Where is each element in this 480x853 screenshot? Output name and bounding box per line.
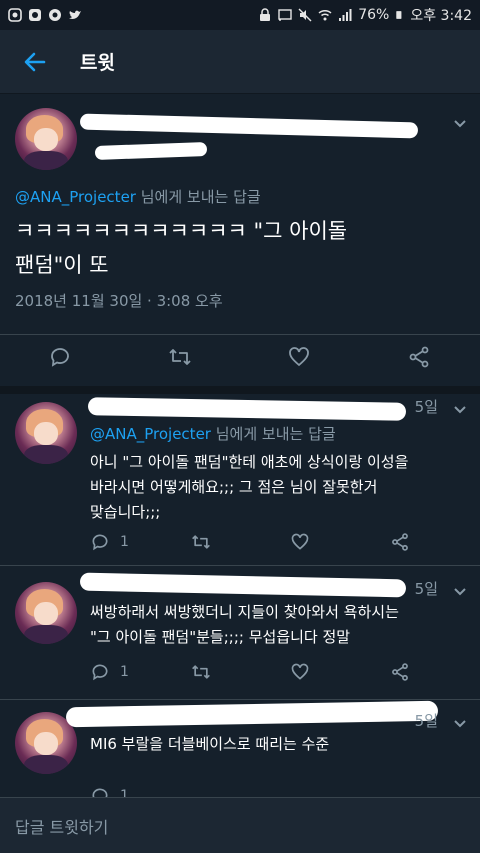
app-header: 트윗	[0, 30, 480, 94]
battery-icon	[396, 11, 402, 19]
reply-icon	[92, 534, 108, 551]
main-tweet: @ANA_Projecter 님에게 보내는 답글 ㅋㅋㅋㅋㅋㅋㅋㅋㅋㅋㅋㅋ "…	[0, 94, 480, 386]
share-button[interactable]	[390, 662, 410, 682]
tweet-text: MI6 부랄을 더블베이스로 때리는 수준	[90, 735, 330, 753]
reply-timestamp: 5일	[414, 712, 438, 730]
redacted-handle	[94, 142, 208, 160]
like-button[interactable]	[287, 345, 311, 369]
signal-icon	[339, 9, 352, 21]
redacted-display-name	[79, 113, 419, 139]
retweet-icon	[192, 665, 210, 679]
battery-percent: 76%	[358, 7, 390, 23]
like-button[interactable]	[290, 662, 310, 682]
tweet-menu-caret[interactable]	[450, 400, 470, 420]
reply-timestamp: 5일	[414, 580, 438, 598]
mention-link[interactable]: @ANA_Projecter	[90, 425, 211, 443]
reply-compose-field[interactable]: 답글 트윗하기	[0, 797, 480, 853]
arrow-left-icon	[24, 52, 46, 71]
tweet-menu-caret[interactable]	[450, 582, 470, 602]
avatar[interactable]	[15, 108, 77, 170]
clock: 오후 3:42	[410, 8, 472, 24]
reply-timestamp: 5일	[414, 398, 438, 416]
chevron-down-icon	[454, 406, 466, 414]
share-button[interactable]	[390, 532, 410, 552]
wifi-icon	[318, 9, 332, 21]
status-bar: 76% 오후 3:42	[0, 0, 480, 30]
system-status: 76% 오후 3:42	[258, 5, 472, 25]
reply-count: 1	[120, 534, 129, 550]
avatar[interactable]	[15, 582, 77, 644]
tweet-menu-caret[interactable]	[450, 714, 470, 734]
share-icon	[392, 663, 408, 681]
reply-icon	[92, 664, 108, 681]
cast-icon	[278, 9, 292, 21]
notification-icons	[8, 8, 82, 22]
chevron-down-icon	[454, 720, 466, 728]
reply-tweet[interactable]: 5일 @ANA_Projecter 님에게 보내는 답글 아니 "그 아이돌 팬…	[0, 394, 480, 566]
reply-context: @ANA_Projecter 님에게 보내는 답글	[15, 188, 261, 206]
reply-button[interactable]	[48, 345, 72, 369]
mention-link[interactable]: @ANA_Projecter	[15, 188, 136, 206]
retweet-button[interactable]	[190, 532, 212, 552]
reply-button[interactable]: 1	[90, 532, 129, 552]
compose-placeholder: 답글 트윗하기	[15, 817, 109, 837]
share-button[interactable]	[407, 345, 431, 369]
retweet-icon	[169, 349, 191, 365]
app-notification-icon	[8, 8, 22, 22]
reply-icon	[92, 788, 108, 797]
avatar[interactable]	[15, 402, 77, 464]
back-button[interactable]	[15, 42, 55, 82]
app-notification-icon	[29, 9, 41, 21]
lock-icon	[260, 8, 271, 21]
page-title: 트윗	[80, 52, 115, 74]
tweet-menu-caret[interactable]	[450, 114, 470, 134]
like-button[interactable]	[290, 532, 310, 552]
chevron-down-icon	[454, 588, 466, 596]
reply-count: 1	[120, 788, 129, 797]
redacted-display-name	[87, 397, 407, 421]
reply-tweet[interactable]: 5일 MI6 부랄을 더블베이스로 때리는 수준 1	[0, 700, 480, 797]
reply-context: @ANA_Projecter 님에게 보내는 답글	[90, 425, 336, 443]
reply-tweet[interactable]: 5일 써방하래서 써방했더니 지들이 찾아와서 욕하시는 "그 아이돌 팬덤"분…	[0, 566, 480, 700]
reply-button[interactable]: 1	[90, 786, 129, 797]
reply-icon	[51, 348, 69, 367]
twitter-bird-icon	[69, 10, 81, 19]
tweet-text: 써방하래서 써방했더니 지들이 찾아와서 욕하시는 "그 아이돌 팬덤"분들;;…	[90, 603, 399, 646]
retweet-button[interactable]	[190, 662, 212, 682]
reply-button[interactable]: 1	[90, 662, 129, 682]
retweet-icon	[192, 535, 210, 549]
retweet-button[interactable]	[167, 345, 193, 369]
section-divider	[0, 386, 480, 394]
tweet-text: 아니 "그 아이돌 팬덤"한테 애초에 상식이랑 이성을 바라시면 어떻게해요;…	[90, 453, 409, 521]
heart-icon	[289, 347, 309, 367]
chevron-down-icon	[454, 120, 466, 128]
share-icon	[409, 346, 429, 368]
tweet-text: ㅋㅋㅋㅋㅋㅋㅋㅋㅋㅋㅋㅋ "그 아이돌 팬덤"이 또	[15, 219, 348, 277]
reply-count: 1	[120, 664, 129, 680]
redacted-display-name	[79, 572, 407, 598]
share-icon	[392, 533, 408, 551]
heart-icon	[291, 663, 309, 680]
app-notification-icon	[49, 9, 61, 21]
heart-icon	[291, 533, 309, 550]
tweet-actions	[0, 334, 480, 379]
mute-icon	[298, 8, 312, 22]
redacted-display-name	[65, 700, 439, 728]
tweet-timestamp: 2018년 11월 30일 · 3:08 오후	[15, 292, 223, 310]
